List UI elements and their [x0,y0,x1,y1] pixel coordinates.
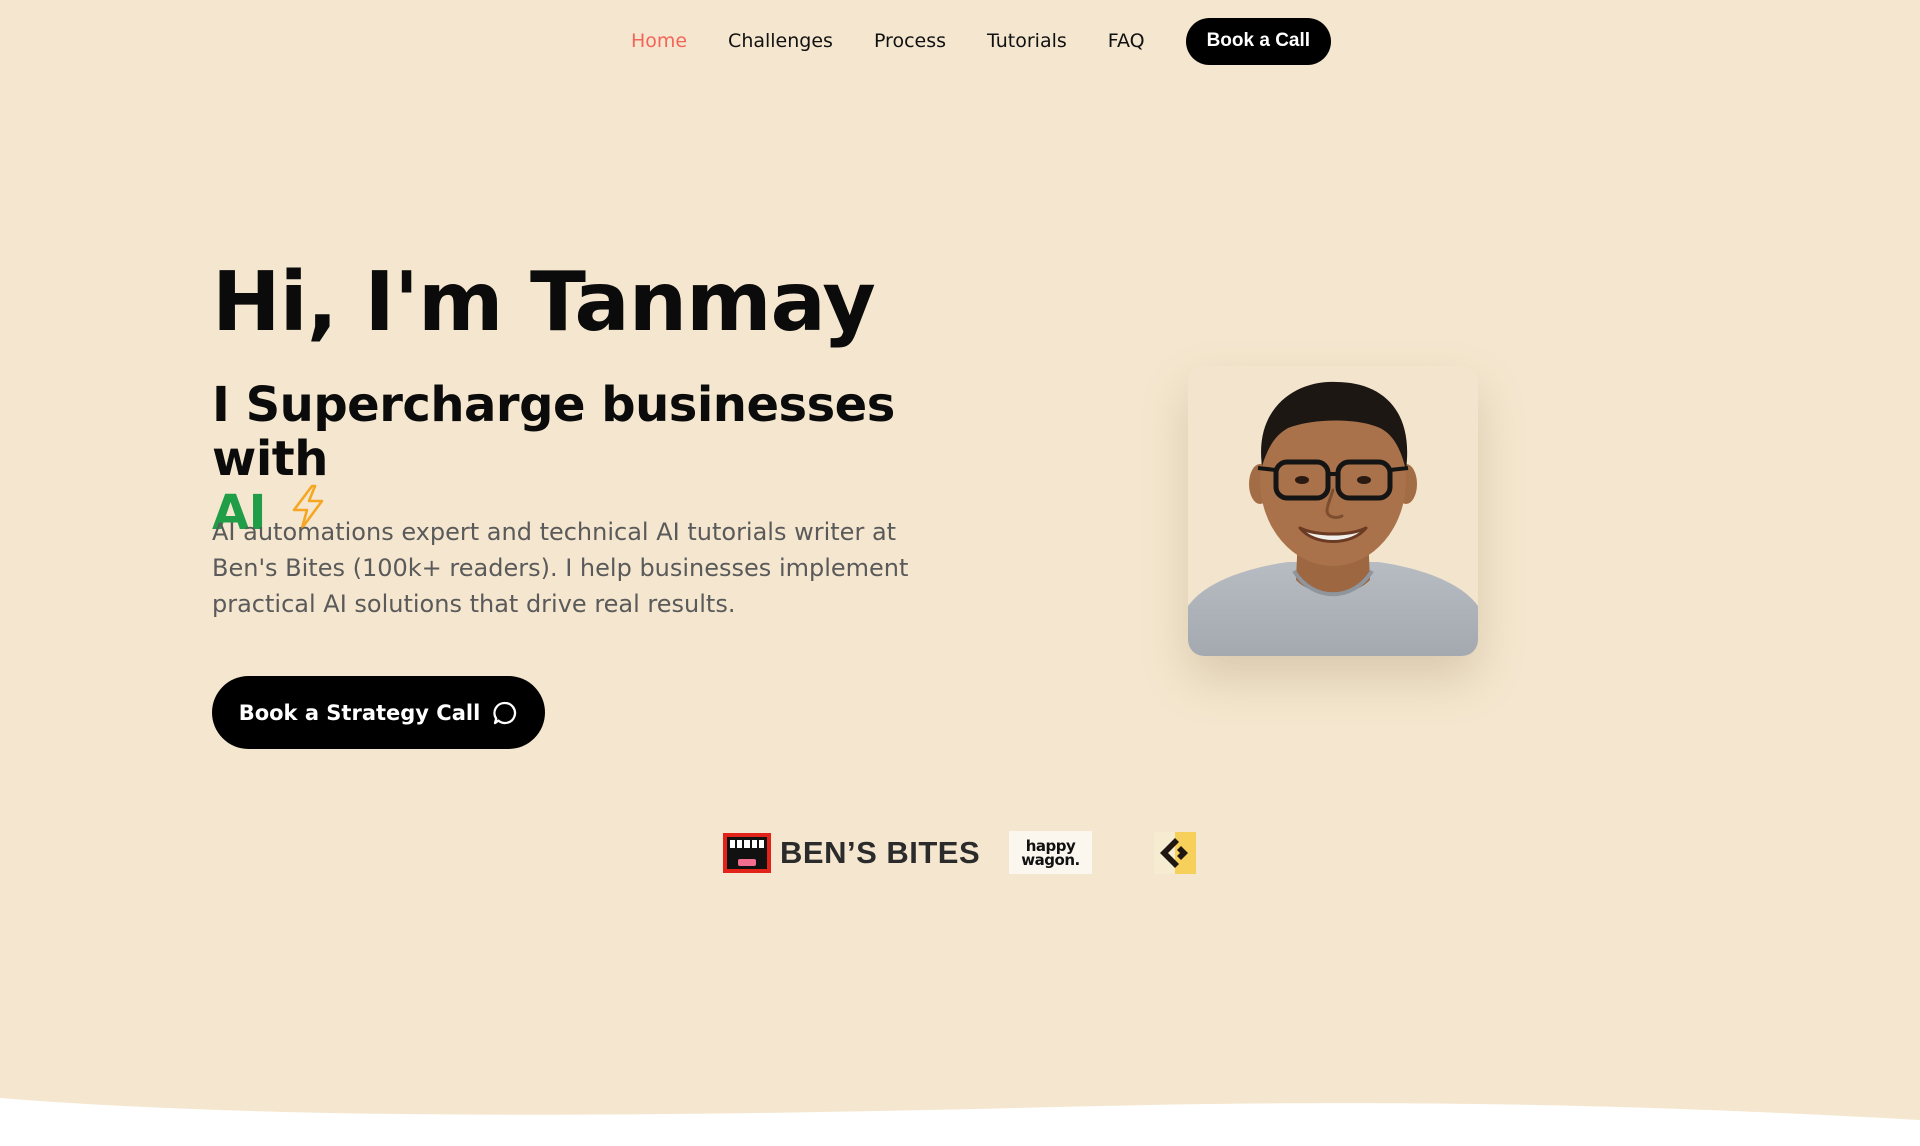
bens-bites-wordmark: BEN’S BITES [780,835,981,870]
hero-title: Hi, I'm Tanmay [212,255,876,350]
bens-bites-mark-icon [723,833,771,873]
chat-bubble-icon [492,700,518,726]
nav-item-tutorials[interactable]: Tutorials [987,30,1067,52]
book-strategy-call-button[interactable]: Book a Strategy Call [212,676,545,749]
nav-item-home[interactable]: Home [631,30,687,52]
book-a-call-button[interactable]: Book a Call [1185,17,1332,65]
nav-item-process[interactable]: Process [874,30,946,52]
diamond-logo-icon [1154,832,1196,874]
profile-photo [1188,366,1478,656]
top-navigation: Home Challenges Process Tutorials FAQ Bo… [0,17,1920,65]
section-divider-wave [0,1098,1920,1146]
hero-description: AI automations expert and technical AI t… [212,518,909,618]
hero-subtitle-text: I Supercharge businesses with [212,377,895,487]
client-logos: BEN’S BITES happy wagon. [0,831,1920,875]
nav-item-faq[interactable]: FAQ [1108,30,1145,52]
happy-wagon-logo: happy wagon. [1009,831,1092,874]
profile-portrait-illustration [1188,366,1478,656]
happy-wagon-line2: wagon. [1021,850,1080,869]
bens-bites-logo: BEN’S BITES [723,833,980,873]
nav-menu: Home Challenges Process Tutorials FAQ Bo… [631,17,1332,65]
strategy-call-label: Book a Strategy Call [238,700,481,725]
nav-item-challenges[interactable]: Challenges [728,30,833,52]
